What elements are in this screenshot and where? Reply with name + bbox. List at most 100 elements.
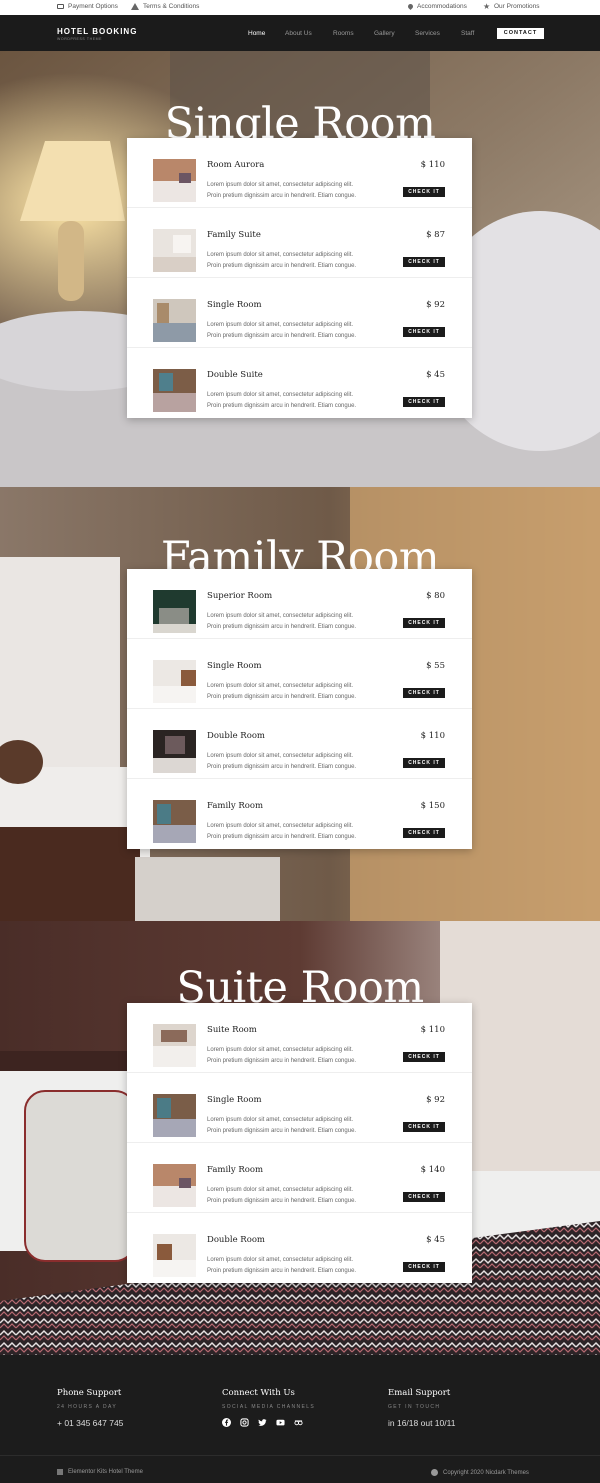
check-it-button[interactable]: CHECK IT <box>403 758 445 768</box>
room-thumbnail <box>153 660 196 703</box>
room-row[interactable]: Double Room $ 110 Lorem ipsum dolor sit … <box>127 709 472 779</box>
room-price: $ 110 <box>420 1025 445 1035</box>
check-it-button[interactable]: CHECK IT <box>403 1122 445 1132</box>
room-row[interactable]: Family Room $ 140 Lorem ipsum dolor sit … <box>127 1143 472 1213</box>
room-description: Lorem ipsum dolor sit amet, consectetur … <box>207 753 357 770</box>
promotions-link[interactable]: ★ Our Promotions <box>483 3 540 11</box>
room-name: Single Room <box>207 1095 262 1105</box>
check-it-button[interactable]: CHECK IT <box>403 1052 445 1062</box>
room-name: Single Room <box>207 300 262 310</box>
pin-icon <box>406 2 415 11</box>
social-icons <box>222 1418 315 1427</box>
document-icon <box>57 1469 63 1475</box>
connect-subtitle: SOCIAL MEDIA CHANNELS <box>222 1404 316 1410</box>
check-it-button[interactable]: CHECK IT <box>403 1262 445 1272</box>
payment-options-link[interactable]: Payment Options <box>57 3 118 10</box>
room-description: Lorem ipsum dolor sit amet, consectetur … <box>207 1257 357 1274</box>
top-bar: Payment Options Terms & Conditions Accom… <box>0 0 600 15</box>
room-price: $ 140 <box>420 1165 445 1175</box>
terms-link[interactable]: Terms & Conditions <box>131 3 199 10</box>
room-name: Family Room <box>207 1165 264 1175</box>
nav-item-staff[interactable]: Staff <box>461 30 474 37</box>
email-support-subtitle: GET IN TOUCH <box>388 1404 441 1410</box>
room-row[interactable]: Family Suite $ 87 Lorem ipsum dolor sit … <box>127 208 472 278</box>
room-thumbnail <box>153 369 196 412</box>
room-name: Double Suite <box>207 370 263 380</box>
tripadvisor-icon[interactable] <box>294 1418 303 1427</box>
accommodations-link[interactable]: Accommodations <box>406 2 467 11</box>
room-price: $ 92 <box>426 300 445 310</box>
room-row[interactable]: Double Suite $ 45 Lorem ipsum dolor sit … <box>127 348 472 418</box>
room-name: Family Room <box>207 801 264 811</box>
room-name: Double Room <box>207 731 265 741</box>
room-thumbnail <box>153 800 196 843</box>
youtube-icon[interactable] <box>276 1418 285 1427</box>
room-row[interactable]: Single Room $ 55 Lorem ipsum dolor sit a… <box>127 639 472 709</box>
room-thumbnail <box>153 730 196 773</box>
room-list-card: Suite Room $ 110 Lorem ipsum dolor sit a… <box>127 1003 472 1283</box>
nav-item-about-us[interactable]: About Us <box>285 30 312 37</box>
twitter-icon[interactable] <box>258 1418 267 1427</box>
room-list-card: Superior Room $ 80 Lorem ipsum dolor sit… <box>127 569 472 849</box>
check-it-button[interactable]: CHECK IT <box>403 327 445 337</box>
theme-note: Elementor Kits Hotel Theme <box>57 1469 143 1475</box>
suite-room-section: Suite Room Suite Room $ 110 Lorem ipsum … <box>0 921 600 1355</box>
room-price: $ 87 <box>426 230 445 240</box>
copyright-icon <box>431 1469 438 1476</box>
contact-button[interactable]: CONTACT <box>497 28 544 39</box>
check-it-button[interactable]: CHECK IT <box>403 187 445 197</box>
email-support-heading: Email Support <box>388 1388 451 1398</box>
room-thumbnail <box>153 229 196 272</box>
room-row[interactable]: Superior Room $ 80 Lorem ipsum dolor sit… <box>127 569 472 639</box>
phone-support-heading: Phone Support <box>57 1388 122 1398</box>
facebook-icon[interactable] <box>222 1418 231 1427</box>
room-description: Lorem ipsum dolor sit amet, consectetur … <box>207 1187 357 1204</box>
room-thumbnail <box>153 299 196 342</box>
room-list-card: Room Aurora $ 110 Lorem ipsum dolor sit … <box>127 138 472 418</box>
room-row[interactable]: Single Room $ 92 Lorem ipsum dolor sit a… <box>127 1073 472 1143</box>
room-row[interactable]: Family Room $ 150 Lorem ipsum dolor sit … <box>127 779 472 849</box>
family-room-section: Family Room Superior Room $ 80 Lorem ips… <box>0 487 600 921</box>
check-it-button[interactable]: CHECK IT <box>403 257 445 267</box>
theme-note-label: Elementor Kits Hotel Theme <box>68 1469 143 1475</box>
main-navigation: HOTEL BOOKING WORDPRESS THEME Home About… <box>0 15 600 51</box>
room-description: Lorem ipsum dolor sit amet, consectetur … <box>207 392 357 409</box>
accommodations-label: Accommodations <box>417 3 467 10</box>
room-description: Lorem ipsum dolor sit amet, consectetur … <box>207 252 357 269</box>
room-thumbnail <box>153 159 196 202</box>
room-row[interactable]: Room Aurora $ 110 Lorem ipsum dolor sit … <box>127 138 472 208</box>
room-thumbnail <box>153 1164 196 1207</box>
room-description: Lorem ipsum dolor sit amet, consectetur … <box>207 823 357 840</box>
promotions-label: Our Promotions <box>494 3 540 10</box>
check-it-button[interactable]: CHECK IT <box>403 688 445 698</box>
nav-item-home[interactable]: Home <box>248 30 265 37</box>
terms-label: Terms & Conditions <box>143 3 200 10</box>
phone-support-column: Phone Support 24 HOURS A DAY + 01 345 64… <box>57 1388 123 1428</box>
room-row[interactable]: Suite Room $ 110 Lorem ipsum dolor sit a… <box>127 1003 472 1073</box>
site-footer: Phone Support 24 HOURS A DAY + 01 345 64… <box>0 1355 600 1483</box>
phone-number[interactable]: + 01 345 647 745 <box>57 1418 123 1428</box>
site-logo[interactable]: HOTEL BOOKING <box>57 27 137 36</box>
copyright: Copyright 2020 Nicdark Themes <box>431 1469 529 1476</box>
room-row[interactable]: Double Room $ 45 Lorem ipsum dolor sit a… <box>127 1213 472 1283</box>
room-row[interactable]: Single Room $ 92 Lorem ipsum dolor sit a… <box>127 278 472 348</box>
room-name: Single Room <box>207 661 262 671</box>
room-description: Lorem ipsum dolor sit amet, consectetur … <box>207 613 357 630</box>
check-it-button[interactable]: CHECK IT <box>403 1192 445 1202</box>
connect-column: Connect With Us SOCIAL MEDIA CHANNELS <box>222 1388 315 1427</box>
check-it-button[interactable]: CHECK IT <box>403 397 445 407</box>
room-price: $ 55 <box>426 661 445 671</box>
footer-bottom-bar: Elementor Kits Hotel Theme Copyright 202… <box>0 1455 600 1483</box>
check-it-button[interactable]: CHECK IT <box>403 828 445 838</box>
room-name: Double Room <box>207 1235 265 1245</box>
nav-item-rooms[interactable]: Rooms <box>333 30 354 37</box>
instagram-icon[interactable] <box>240 1418 249 1427</box>
room-price: $ 92 <box>426 1095 445 1105</box>
nav-item-gallery[interactable]: Gallery <box>374 30 395 37</box>
single-room-section: Single Room Room Aurora $ 110 Lorem ipsu… <box>0 51 600 487</box>
room-price: $ 150 <box>420 801 445 811</box>
check-it-button[interactable]: CHECK IT <box>403 618 445 628</box>
email-support-column: Email Support GET IN TOUCH in 16/18 out … <box>388 1388 455 1428</box>
nav-item-services[interactable]: Services <box>415 30 440 37</box>
room-description: Lorem ipsum dolor sit amet, consectetur … <box>207 1117 357 1134</box>
